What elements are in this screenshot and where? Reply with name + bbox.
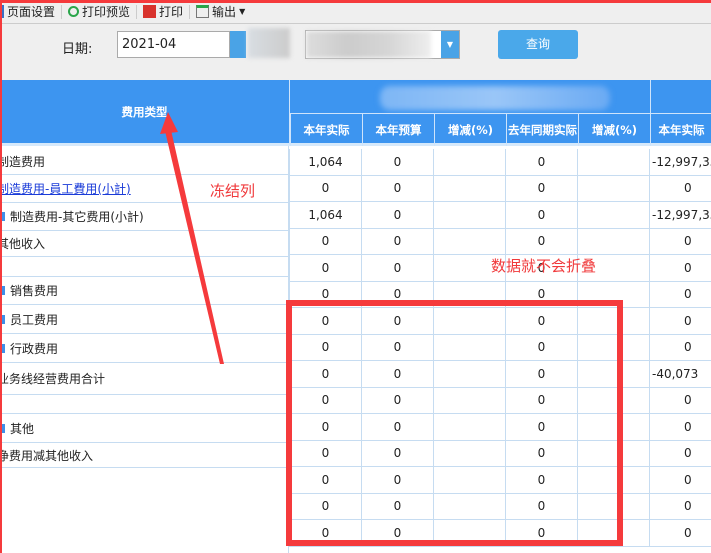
annotation-arrow <box>160 112 224 364</box>
no-collapse-annotation: 数据就不会折叠 <box>491 257 597 275</box>
frame-border <box>0 0 711 3</box>
frozen-column-annotation: 冻结列 <box>210 182 256 200</box>
frame-border <box>0 0 2 553</box>
